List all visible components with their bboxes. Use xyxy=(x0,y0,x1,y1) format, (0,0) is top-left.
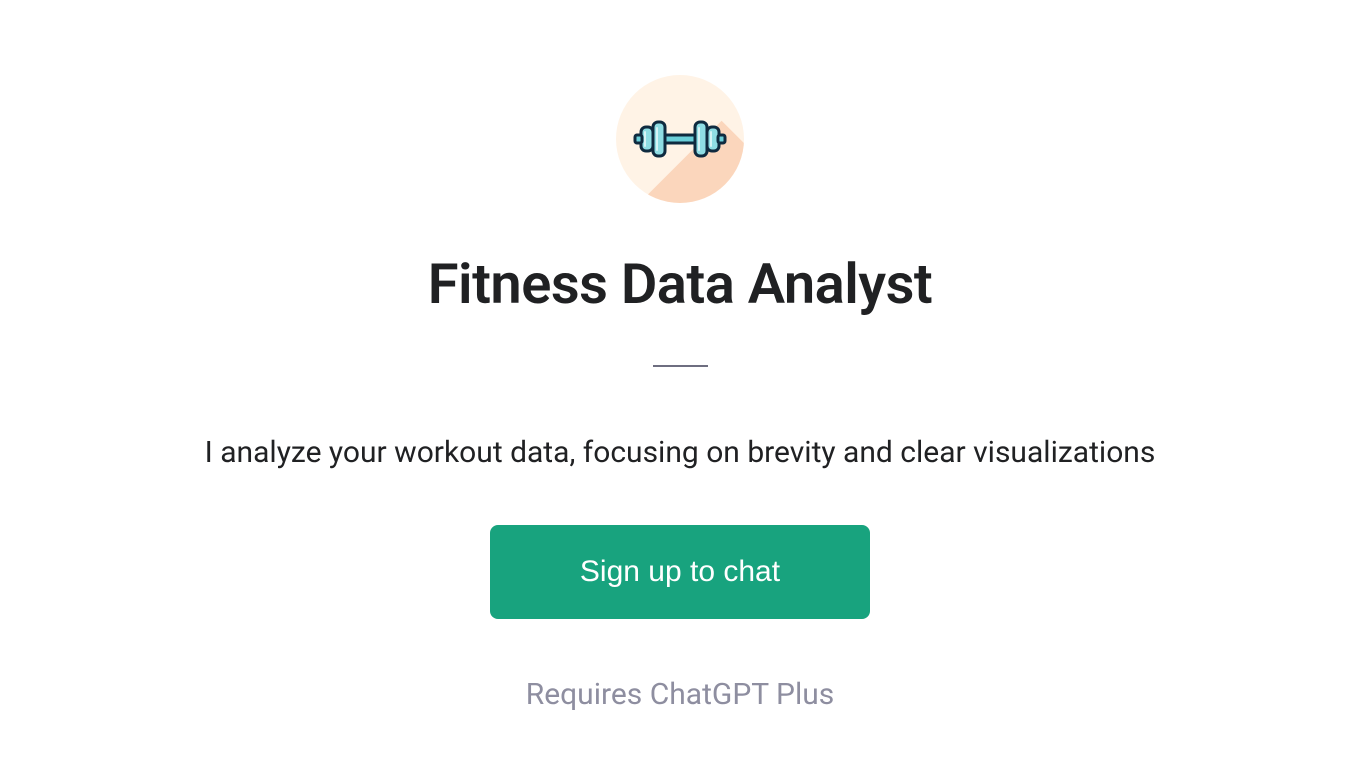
signup-button[interactable]: Sign up to chat xyxy=(490,525,870,619)
requirement-text: Requires ChatGPT Plus xyxy=(526,677,835,712)
page-title: Fitness Data Analyst xyxy=(428,251,932,317)
dumbbell-icon xyxy=(633,114,727,164)
avatar xyxy=(616,75,744,203)
description-text: I analyze your workout data, focusing on… xyxy=(205,435,1156,470)
divider xyxy=(653,365,708,367)
